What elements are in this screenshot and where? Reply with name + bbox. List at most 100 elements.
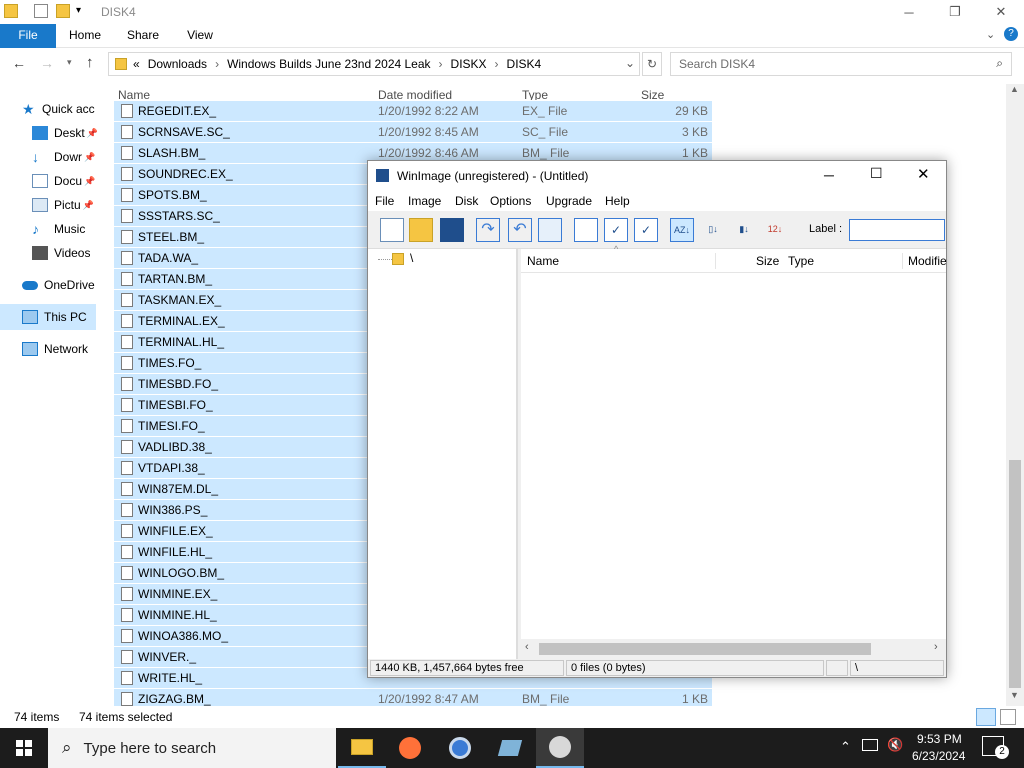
nav-item-quick-access[interactable]: ★ Quick acc [22,98,95,120]
column-divider[interactable] [902,253,903,269]
breadcrumb-disk4[interactable]: DISK4 [507,57,542,71]
menu-file[interactable]: File [375,194,394,208]
nav-item-downloads[interactable]: ↓ Dowr 📌 [32,146,95,168]
start-button[interactable] [0,728,48,768]
winimage-close-button[interactable]: ✕ [917,165,930,183]
file-icon [121,650,133,664]
read-disk-icon[interactable]: ↷ [476,218,500,242]
scroll-thumb[interactable] [1009,460,1021,688]
file-row[interactable]: ZIGZAG.BM_ 1/20/1992 8:47 AM BM_ File 1 KB [114,688,712,706]
expand-ribbon-icon[interactable]: ⌄ [986,28,995,41]
breadcrumb-diskx[interactable]: DISKX [451,57,487,71]
action-center-icon[interactable]: 2 [982,736,1009,759]
file-name: ZIGZAG.BM_ [138,692,211,706]
taskbar-search-box[interactable]: ⌕ Type here to search [48,728,336,768]
open-image-icon[interactable] [409,218,433,242]
menu-help[interactable]: Help [605,194,630,208]
close-button[interactable]: ✕ [978,0,1024,24]
sort-by-type-icon[interactable]: ▮↓ [732,218,756,242]
chrome-taskbar-button[interactable] [436,728,484,768]
nav-item-network[interactable]: Network [22,338,88,360]
nav-item-videos[interactable]: Videos [32,242,90,264]
column-header-modified[interactable]: Modifie [908,254,947,268]
nav-item-this-pc[interactable]: This PC [22,306,87,328]
column-header-name[interactable]: Name [527,254,559,268]
chevron-right-icon: › [215,57,220,71]
pictures-icon [32,198,48,212]
sort-by-date-icon[interactable]: 12↓ [763,218,787,242]
write-disk-icon[interactable]: ↶ [508,218,532,242]
winimage-maximize-button[interactable]: ☐ [870,165,883,182]
recent-locations-icon[interactable]: ▾ [67,57,72,68]
tree-root[interactable]: \ [410,251,413,265]
winimage-menu-bar: File Image Disk Options Upgrade Help [368,191,946,211]
winimage-taskbar-button[interactable] [536,728,584,768]
file-name: WINLOGO.BM_ [138,566,225,580]
tab-file[interactable]: File [0,24,56,48]
address-bar[interactable]: « Downloads › Windows Builds June 23nd 2… [108,52,640,76]
save-image-icon[interactable] [440,218,464,242]
menu-upgrade[interactable]: Upgrade [546,194,592,208]
scroll-up-icon[interactable]: ▲ [1010,84,1019,94]
check-icon[interactable]: ✓ [634,218,658,242]
sort-by-name-icon[interactable]: AZ↓ [670,218,694,242]
column-divider[interactable] [715,253,716,269]
breadcrumb-builds[interactable]: Windows Builds June 23nd 2024 Leak [227,57,430,71]
videos-icon [32,246,48,260]
minimize-button[interactable]: ─ [886,0,932,24]
file-explorer-taskbar-button[interactable] [338,728,386,768]
properties-icon[interactable] [34,4,48,18]
nav-item-desktop[interactable]: Deskt 📌 [32,122,98,144]
column-header-type[interactable]: Type [788,254,814,268]
tab-home[interactable]: Home [62,24,108,48]
vertical-scrollbar[interactable]: ▲ ▼ [1006,84,1024,706]
menu-image[interactable]: Image [408,194,441,208]
scroll-thumb[interactable] [539,643,871,655]
extract-icon[interactable] [574,218,598,242]
horizontal-scrollbar[interactable]: ‹ › [521,639,946,659]
clock-time[interactable]: 9:53 PM [917,732,962,746]
chevron-up-icon[interactable]: ⌃ [840,739,851,755]
breadcrumb-downloads[interactable]: Downloads [148,57,207,71]
app-taskbar-button[interactable] [486,728,534,768]
select-files-icon[interactable] [538,218,562,242]
nav-item-music[interactable]: ♪ Music [32,218,85,240]
network-icon[interactable] [862,739,878,751]
help-icon[interactable]: ? [1004,27,1018,41]
large-icons-view-icon[interactable] [1000,709,1016,725]
clock-date[interactable]: 6/23/2024 [912,749,965,763]
scroll-right-icon[interactable]: › [934,641,938,653]
nav-item-documents[interactable]: Docu 📌 [32,170,95,192]
back-arrow-icon[interactable]: ← [12,55,26,71]
winimage-icon [549,736,571,758]
search-input[interactable]: Search DISK4 ⌕ [670,52,1012,76]
sort-by-size-icon[interactable]: ▯↓ [701,218,725,242]
file-name: SSSTARS.SC_ [138,209,220,223]
file-row[interactable]: REGEDIT.EX_ 1/20/1992 8:22 AM EX_ File 29 K… [114,100,712,121]
scroll-left-icon[interactable]: ‹ [525,641,529,653]
up-arrow-icon[interactable]: ↑ [86,54,94,71]
details-view-icon[interactable] [976,708,996,726]
volume-muted-icon[interactable]: 🔇 [887,737,903,753]
new-image-icon[interactable] [380,218,404,242]
quick-access-dropdown-icon[interactable]: ▾ [76,5,81,16]
tab-view[interactable]: View [178,24,222,48]
nav-item-pictures[interactable]: Pictu 📌 [32,194,94,216]
refresh-icon[interactable]: ↻ [642,52,662,76]
maximize-button[interactable]: ❐ [932,0,978,24]
breadcrumb-overflow[interactable]: « [133,57,140,71]
forward-arrow-icon[interactable]: → [40,55,54,71]
properties-check-icon[interactable]: ✓ [604,218,628,242]
file-row[interactable]: SCRNSAVE.SC_ 1/20/1992 8:45 AM SC_ File 3 K… [114,121,712,142]
chevron-down-icon[interactable]: ⌄ [625,56,635,70]
new-folder-icon[interactable] [56,4,70,18]
label-input[interactable] [849,219,945,241]
tab-share[interactable]: Share [120,24,166,48]
column-header-size[interactable]: Size [756,254,779,268]
winimage-minimize-button[interactable]: ─ [824,167,834,183]
nav-item-onedrive[interactable]: OneDrive [22,274,95,296]
firefox-taskbar-button[interactable] [386,728,434,768]
scroll-down-icon[interactable]: ▼ [1010,690,1019,700]
menu-options[interactable]: Options [490,194,531,208]
menu-disk[interactable]: Disk [455,194,478,208]
